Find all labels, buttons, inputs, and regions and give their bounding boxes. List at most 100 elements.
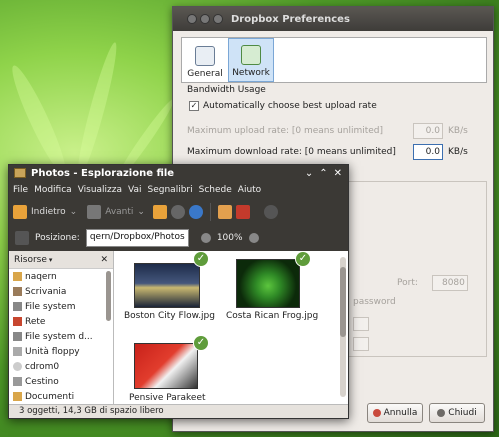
proxy-field[interactable] bbox=[353, 317, 369, 331]
forward-button[interactable]: Avanti bbox=[105, 207, 133, 217]
location-input[interactable]: qern/Dropbox/Photos bbox=[85, 229, 189, 247]
sidebar-item-documents[interactable]: Documenti bbox=[9, 389, 113, 404]
download-rate-input[interactable]: 0.0 bbox=[413, 144, 443, 160]
sidebar-item-label: Cestino bbox=[25, 376, 59, 387]
zoom-level: 100% bbox=[216, 233, 243, 243]
close-icon[interactable]: ✕ bbox=[334, 168, 342, 179]
edit-location-icon[interactable] bbox=[15, 231, 29, 245]
sidebar-item-filesystem-d[interactable]: File system d... bbox=[9, 329, 113, 344]
sync-ok-icon: ✓ bbox=[295, 251, 311, 267]
sidebar-item-label: cdrom0 bbox=[25, 361, 60, 372]
cancel-icon bbox=[372, 409, 381, 417]
scrollbar-thumb[interactable] bbox=[340, 267, 346, 337]
chevron-down-icon[interactable]: ▾ bbox=[49, 256, 53, 264]
sidebar-header: Risorse ▾ ✕ bbox=[9, 251, 113, 269]
sidebar: Risorse ▾ ✕ naqern Scrivania File system… bbox=[9, 251, 114, 404]
stop-icon[interactable] bbox=[170, 204, 185, 219]
auto-upload-label: Automatically choose best upload rate bbox=[203, 101, 377, 111]
proxy-field[interactable] bbox=[353, 337, 369, 351]
menu-help[interactable]: Aiuto bbox=[238, 185, 261, 195]
chevron-down-icon[interactable]: ⌄ bbox=[70, 207, 78, 217]
toolbar-separator bbox=[209, 202, 211, 221]
minimize-icon[interactable]: ⌄ bbox=[305, 168, 313, 179]
unit-label: KB/s bbox=[448, 126, 468, 136]
reload-icon[interactable] bbox=[188, 204, 203, 219]
port-label: Port: bbox=[397, 278, 418, 288]
status-bar: 3 oggetti, 14,3 GB di spazio libero bbox=[9, 404, 348, 418]
folder-icon bbox=[14, 168, 26, 178]
back-arrow-icon bbox=[13, 204, 27, 219]
folder-icon bbox=[13, 392, 22, 401]
unit-label: KB/s bbox=[448, 147, 468, 157]
sidebar-item-label: naqern bbox=[25, 271, 57, 282]
menu-file[interactable]: File bbox=[13, 185, 28, 195]
cancel-button[interactable]: Annulla bbox=[367, 403, 423, 423]
sidebar-item-desktop[interactable]: Scrivania bbox=[9, 284, 113, 299]
close-button[interactable]: Chiudi bbox=[429, 403, 485, 423]
sidebar-item-filesystem[interactable]: File system bbox=[9, 299, 113, 314]
file-name[interactable]: Boston City Flow.jpg bbox=[124, 311, 215, 321]
chevron-down-icon[interactable]: ⌄ bbox=[137, 207, 145, 217]
tab-network[interactable]: Network bbox=[228, 38, 274, 82]
password-label: password bbox=[353, 297, 396, 307]
file-name[interactable]: Pensive Parakeet bbox=[129, 393, 206, 403]
upload-rate-input[interactable]: 0.0 bbox=[413, 123, 443, 139]
dialog-buttons: Annulla Chiudi bbox=[367, 403, 485, 423]
drive-icon bbox=[13, 332, 22, 341]
thumbnail-parakeet[interactable] bbox=[134, 343, 198, 389]
sidebar-item-home[interactable]: naqern bbox=[9, 269, 113, 284]
maximize-icon[interactable]: ⌃ bbox=[319, 168, 327, 179]
sidebar-item-floppy[interactable]: Unità floppy bbox=[9, 344, 113, 359]
proxy-port-row: Port: 8080 bbox=[397, 275, 468, 291]
cdrom-icon bbox=[13, 362, 22, 371]
auto-upload-row: ✓ Automatically choose best upload rate bbox=[189, 101, 377, 111]
home-icon[interactable] bbox=[217, 204, 232, 219]
sidebar-item-cdrom[interactable]: cdrom0 bbox=[9, 359, 113, 374]
port-input[interactable]: 8080 bbox=[431, 275, 468, 291]
sync-ok-icon: ✓ bbox=[193, 335, 209, 351]
tab-general[interactable]: General bbox=[182, 38, 228, 82]
thumbnail-boston[interactable] bbox=[134, 263, 200, 308]
close-sidebar-icon[interactable]: ✕ bbox=[100, 255, 113, 265]
trash-icon bbox=[13, 377, 22, 386]
bandwidth-heading: Bandwidth Usage bbox=[187, 85, 266, 95]
menu-tabs[interactable]: Schede bbox=[199, 185, 232, 195]
sidebar-item-network[interactable]: Rete bbox=[9, 314, 113, 329]
thumbnail-frog[interactable] bbox=[236, 259, 300, 308]
sidebar-item-label: Rete bbox=[25, 316, 46, 327]
zoom-in-icon[interactable] bbox=[248, 233, 259, 243]
file-manager-body: Risorse ▾ ✕ naqern Scrivania File system… bbox=[9, 251, 348, 404]
search-icon[interactable] bbox=[263, 204, 278, 219]
back-button[interactable]: Indietro bbox=[31, 207, 66, 217]
sidebar-item-trash[interactable]: Cestino bbox=[9, 374, 113, 389]
up-arrow-icon[interactable] bbox=[152, 204, 167, 219]
upload-rate-row: Maximum upload rate: [0 means unlimited]… bbox=[187, 123, 468, 139]
close-label: Chiudi bbox=[448, 408, 477, 418]
sidebar-scrollbar[interactable] bbox=[106, 271, 111, 321]
sidebar-item-label: File system d... bbox=[25, 331, 93, 342]
menu-edit[interactable]: Modifica bbox=[34, 185, 72, 195]
location-bar: Posizione: qern/Dropbox/Photos 100% bbox=[9, 225, 348, 251]
sidebar-item-label: File system bbox=[25, 301, 76, 312]
auto-upload-checkbox[interactable]: ✓ bbox=[189, 101, 199, 111]
zoom-out-icon[interactable] bbox=[200, 233, 211, 243]
maximize-window-button[interactable] bbox=[213, 14, 223, 24]
sync-ok-icon: ✓ bbox=[193, 251, 209, 267]
menu-bookmarks[interactable]: Segnalibri bbox=[148, 185, 193, 195]
icon-view-scrollbar[interactable] bbox=[340, 257, 346, 397]
file-name[interactable]: Costa Rican Frog.jpg bbox=[226, 311, 318, 321]
close-window-button[interactable] bbox=[187, 14, 197, 24]
minimize-window-button[interactable] bbox=[200, 14, 210, 24]
toolbar: Indietro ⌄ Avanti ⌄ bbox=[9, 198, 348, 225]
wallpaper-grass-blade bbox=[5, 61, 73, 179]
upload-rate-label: Maximum upload rate: [0 means unlimited] bbox=[187, 126, 384, 136]
desktop-icon bbox=[13, 287, 22, 296]
menu-view[interactable]: Visualizza bbox=[78, 185, 122, 195]
wallpaper-grass-blade bbox=[72, 40, 122, 180]
titlebar: Dropbox Preferences bbox=[173, 7, 493, 31]
file-manager-window: Photos - Esplorazione file ⌄ ⌃ ✕ File Mo… bbox=[8, 164, 349, 419]
computer-icon[interactable] bbox=[235, 204, 250, 219]
sidebar-title[interactable]: Risorse bbox=[14, 255, 47, 265]
menu-go[interactable]: Vai bbox=[128, 185, 141, 195]
home-folder-icon bbox=[13, 272, 22, 281]
